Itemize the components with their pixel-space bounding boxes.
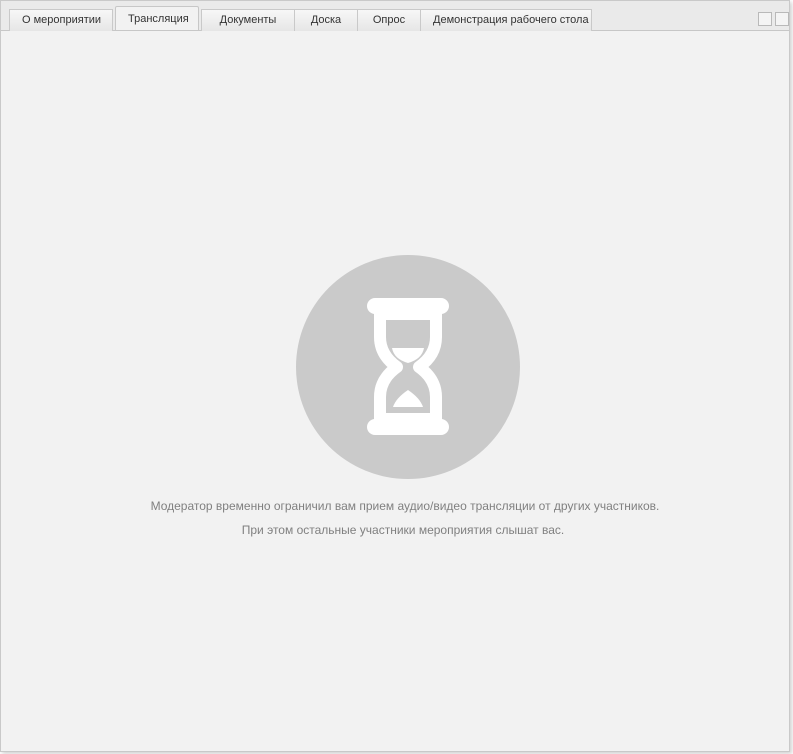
tab-broadcast[interactable]: Трансляция (115, 6, 199, 30)
restriction-message: Модератор временно ограничил вам прием а… (150, 499, 660, 513)
tab-about-event[interactable]: О мероприятии (9, 9, 113, 31)
restore-window-icon[interactable] (758, 12, 772, 26)
window-controls (755, 12, 789, 26)
tab-whiteboard[interactable]: Доска (294, 9, 358, 31)
fullscreen-icon[interactable] (775, 12, 789, 26)
main-window: О мероприятии Трансляция Документы Доска… (0, 0, 790, 752)
tab-poll[interactable]: Опрос (357, 9, 421, 31)
hourglass-badge (296, 255, 520, 479)
tab-screen-sharing[interactable]: Демонстрация рабочего стола (420, 9, 592, 31)
tab-bar: О мероприятии Трансляция Документы Доска… (1, 1, 789, 31)
restriction-note: При этом остальные участники мероприятия… (241, 523, 565, 537)
tab-list: О мероприятии Трансляция Документы Доска… (9, 6, 592, 31)
hourglass-icon (367, 298, 449, 435)
tab-documents[interactable]: Документы (201, 9, 295, 31)
broadcast-panel: Модератор временно ограничил вам прием а… (1, 31, 789, 751)
